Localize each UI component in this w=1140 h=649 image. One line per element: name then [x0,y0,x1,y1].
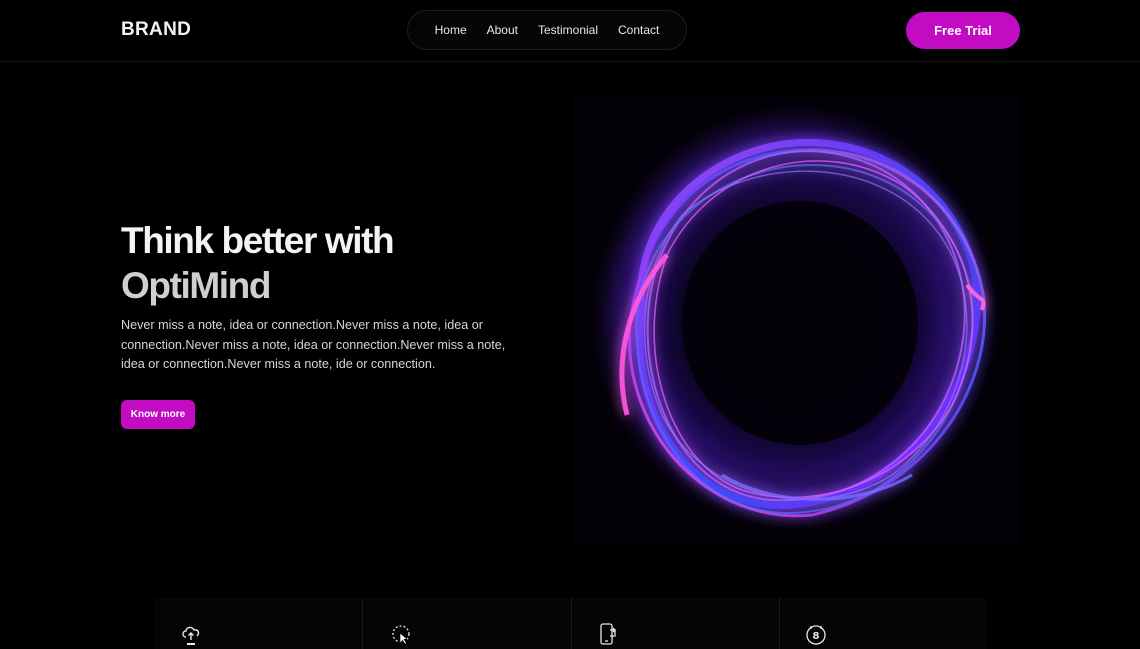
nav-link-home[interactable]: Home [435,23,467,37]
feature-card [155,598,364,649]
know-more-button[interactable]: Know more [121,400,195,429]
feature-card [363,598,572,649]
hero-title-line1: Think better with [121,220,395,261]
page: BRAND Home About Testimonial Contact Fre… [0,0,1140,649]
main-nav: Home About Testimonial Contact [407,10,687,50]
nav-link-about[interactable]: About [487,23,518,37]
cloud-upload-icon [179,622,203,646]
features-strip: 8 [155,598,987,649]
hero-orb-image [572,95,1020,547]
hero-description: Never miss a note, idea or connection.Ne… [121,318,506,371]
brand-logo[interactable]: BRAND [121,19,191,41]
hero-title: Think better with OptiMind [121,218,395,308]
mobile-sync-icon [596,622,620,646]
cursor-click-icon [389,622,413,646]
nav-link-contact[interactable]: Contact [618,23,659,37]
nav-link-testimonial[interactable]: Testimonial [538,23,598,37]
feature-card [572,598,780,649]
calendar-badge-icon: 8 [804,622,828,646]
svg-text:8: 8 [812,631,819,642]
free-trial-button[interactable]: Free Trial [906,12,1020,49]
site-header: BRAND Home About Testimonial Contact Fre… [0,0,1140,62]
feature-card: 8 [780,598,987,649]
hero-title-brand: OptiMind [121,265,271,306]
